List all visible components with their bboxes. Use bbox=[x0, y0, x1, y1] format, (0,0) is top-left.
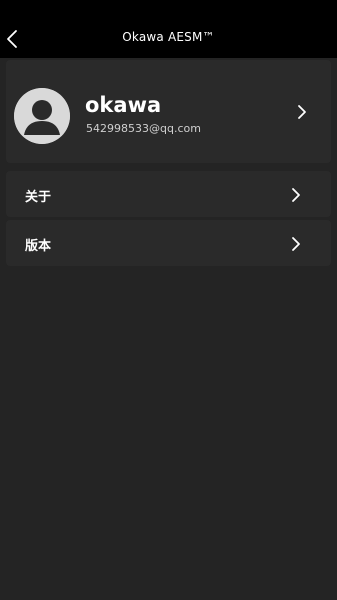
user-avatar-icon[interactable] bbox=[14, 88, 70, 144]
chevron-right-icon[interactable] bbox=[295, 103, 309, 121]
profile-username: okawa bbox=[85, 93, 162, 117]
chevron-right-icon bbox=[292, 237, 300, 251]
profile-email: 542998533@qq.com bbox=[86, 122, 201, 135]
menu-item-about[interactable]: 关于 bbox=[6, 171, 331, 217]
chevron-right-icon bbox=[292, 188, 300, 202]
menu-item-label: 关于 bbox=[25, 190, 52, 205]
menu-item-version[interactable]: 版本 bbox=[6, 220, 331, 266]
page-title: Okawa AESM™ bbox=[122, 30, 215, 44]
top-bar: Okawa AESM™ bbox=[0, 0, 337, 58]
profile-card[interactable]: okawa 542998533@qq.com bbox=[6, 60, 331, 163]
menu-item-label: 版本 bbox=[25, 239, 52, 254]
